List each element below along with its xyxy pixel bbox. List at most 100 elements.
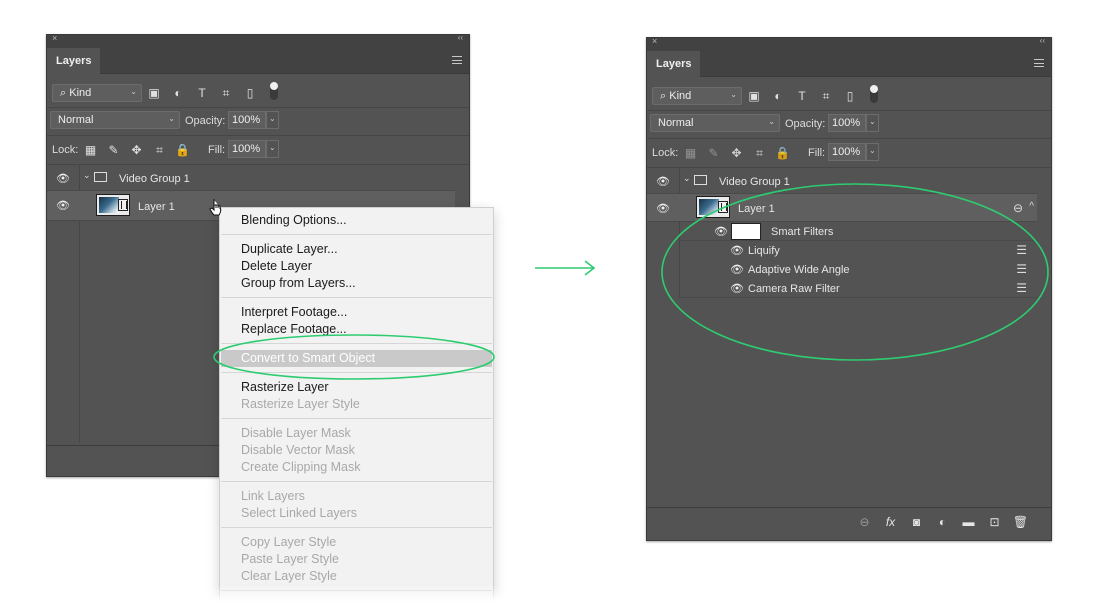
adjustment-filter-icon[interactable]: ◐: [771, 89, 785, 104]
menu-item-blending-options[interactable]: Blending Options...: [241, 213, 347, 227]
chevron-down-icon: ⌄: [730, 90, 737, 99]
new-layer-icon[interactable]: ⊡: [986, 515, 1003, 529]
close-panel-icon[interactable]: ×: [652, 36, 657, 46]
panel-tab-bar: Layers: [47, 44, 469, 74]
opacity-dropdown-icon[interactable]: ⌄: [266, 111, 279, 129]
panel-title-strip: × ‹‹: [647, 36, 1051, 47]
menu-item-clear-layer-style: Clear Layer Style: [241, 569, 337, 583]
lock-row: Lock: ▦ ✎ ✥ ⌗ 🔒 Fill: 100% ⌄: [647, 139, 1051, 168]
type-filter-icon[interactable]: T: [795, 89, 809, 104]
tab-layers[interactable]: Layers: [647, 51, 701, 77]
filter-row: ⌕ Kind ⌄ ▣ ◐ T ⌗ ▯: [47, 80, 469, 108]
layer-context-menu: Blending Options... Duplicate Layer... D…: [219, 207, 494, 602]
menu-separator: [221, 481, 492, 482]
blend-mode-value: Normal: [658, 117, 694, 129]
opacity-field[interactable]: 100%: [828, 114, 866, 132]
menu-item-select-linked-layers: Select Linked Layers: [241, 506, 358, 520]
trash-icon[interactable]: 🗑: [1012, 515, 1029, 529]
filter-row: ⌕ Kind ⌄ ▣ ◐ T ⌗ ▯: [647, 83, 1051, 111]
lock-paint-icon[interactable]: ✎: [106, 143, 121, 158]
opacity-dropdown-icon[interactable]: ⌄: [866, 114, 879, 132]
shape-filter-icon[interactable]: ⌗: [819, 89, 833, 104]
pixel-filter-icon[interactable]: ▣: [147, 86, 161, 101]
menu-item-group-from-layers[interactable]: Group from Layers...: [241, 276, 356, 290]
opacity-label: Opacity:: [185, 115, 226, 127]
menu-item-disable-vector-mask: Disable Vector Mask: [241, 443, 355, 457]
lock-transparent-icon[interactable]: ▦: [83, 143, 98, 158]
filter-toggle[interactable]: [270, 82, 278, 100]
lock-artboard-icon[interactable]: ⌗: [752, 146, 767, 161]
filter-kind-label: Kind: [69, 87, 92, 99]
filter-kind-dropdown[interactable]: ⌕ Kind ⌄: [52, 84, 142, 102]
lock-all-icon[interactable]: 🔒: [175, 143, 190, 158]
smart-object-filter-icon[interactable]: ▯: [843, 89, 857, 104]
collapse-panel-icon[interactable]: ‹‹: [1040, 36, 1045, 45]
filter-type-icons: ▣ ◐ T ⌗ ▯: [147, 86, 257, 101]
lock-label: Lock:: [652, 147, 679, 159]
opacity-label: Opacity:: [785, 118, 826, 130]
lock-row: Lock: ▦ ✎ ✥ ⌗ 🔒 Fill: 100% ⌄: [47, 136, 469, 165]
filter-kind-label: Kind: [669, 90, 692, 102]
video-group-icon: [94, 172, 107, 182]
lock-transparent-icon[interactable]: ▦: [683, 146, 698, 161]
panel-menu-icon[interactable]: [452, 56, 462, 64]
fill-dropdown-icon[interactable]: ⌄: [266, 140, 279, 158]
menu-item-delete-layer[interactable]: Delete Layer: [241, 259, 312, 273]
blend-mode-dropdown[interactable]: Normal ⌄: [50, 111, 180, 129]
pixel-filter-icon[interactable]: ▣: [747, 89, 761, 104]
menu-separator: [221, 527, 492, 528]
shape-filter-icon[interactable]: ⌗: [219, 86, 233, 101]
layer-thumbnail: [96, 194, 130, 216]
blend-row: Normal ⌄ Opacity: 100% ⌄: [47, 108, 469, 136]
new-group-icon[interactable]: ▬: [960, 515, 977, 529]
lock-move-icon[interactable]: ✥: [729, 146, 744, 161]
add-mask-icon[interactable]: ◙: [908, 515, 925, 529]
fx-icon[interactable]: fx: [882, 515, 899, 529]
lock-paint-icon[interactable]: ✎: [706, 146, 721, 161]
menu-separator: [221, 418, 492, 419]
menu-item-create-clipping-mask: Create Clipping Mask: [241, 460, 361, 474]
collapse-panel-icon[interactable]: ‹‹: [458, 33, 463, 42]
panel-menu-icon[interactable]: [1034, 59, 1044, 67]
menu-item-rasterize-layer[interactable]: Rasterize Layer: [241, 380, 329, 394]
link-layers-icon[interactable]: ⊖: [856, 515, 873, 529]
fill-dropdown-icon[interactable]: ⌄: [866, 143, 879, 161]
tab-layers[interactable]: Layers: [47, 48, 101, 74]
thumbnail-image: [99, 197, 119, 213]
close-panel-icon[interactable]: ×: [52, 33, 57, 43]
menu-item-paste-layer-style: Paste Layer Style: [241, 552, 339, 566]
layer-row-video-group[interactable]: 👁 ⌄ Video Group 1: [47, 165, 455, 191]
bottom-bar-icons: ⊖ fx ◙ ◐ ▬ ⊡ 🗑: [856, 515, 1029, 529]
smart-object-filter-icon[interactable]: ▯: [243, 86, 257, 101]
menu-item-duplicate-layer[interactable]: Duplicate Layer...: [241, 242, 338, 256]
eye-icon[interactable]: 👁: [55, 199, 71, 212]
menu-fade: [150, 585, 550, 602]
lock-move-icon[interactable]: ✥: [129, 143, 144, 158]
layer-name: Layer 1: [138, 201, 175, 213]
blend-mode-dropdown[interactable]: Normal ⌄: [650, 114, 780, 132]
fill-label: Fill:: [808, 147, 826, 159]
adjustment-filter-icon[interactable]: ◐: [171, 86, 185, 101]
menu-item-copy-layer-style: Copy Layer Style: [241, 535, 337, 549]
hand-cursor-icon: [209, 199, 222, 216]
lock-all-icon[interactable]: 🔒: [775, 146, 790, 161]
menu-item-disable-layer-mask: Disable Layer Mask: [241, 426, 351, 440]
chevron-down-icon: ⌄: [130, 87, 137, 96]
menu-item-interpret-footage[interactable]: Interpret Footage...: [241, 305, 347, 319]
chevron-down-icon[interactable]: ⌄: [83, 170, 91, 181]
eye-icon[interactable]: 👁: [55, 172, 71, 185]
opacity-field[interactable]: 100%: [228, 111, 266, 129]
lock-artboard-icon[interactable]: ⌗: [152, 143, 167, 158]
fill-field[interactable]: 100%: [228, 140, 266, 158]
filter-kind-dropdown[interactable]: ⌕ Kind ⌄: [652, 87, 742, 105]
panel-bottom-bar: ⊖ fx ◙ ◐ ▬ ⊡ 🗑: [647, 507, 1051, 540]
lock-label: Lock:: [52, 144, 79, 156]
fill-label: Fill:: [208, 144, 226, 156]
panel-title-strip: × ‹‹: [47, 33, 469, 44]
type-filter-icon[interactable]: T: [195, 86, 209, 101]
menu-separator: [221, 297, 492, 298]
adjustment-layer-icon[interactable]: ◐: [934, 515, 951, 529]
fill-field[interactable]: 100%: [828, 143, 866, 161]
menu-separator: [221, 234, 492, 235]
filter-toggle[interactable]: [870, 85, 878, 103]
